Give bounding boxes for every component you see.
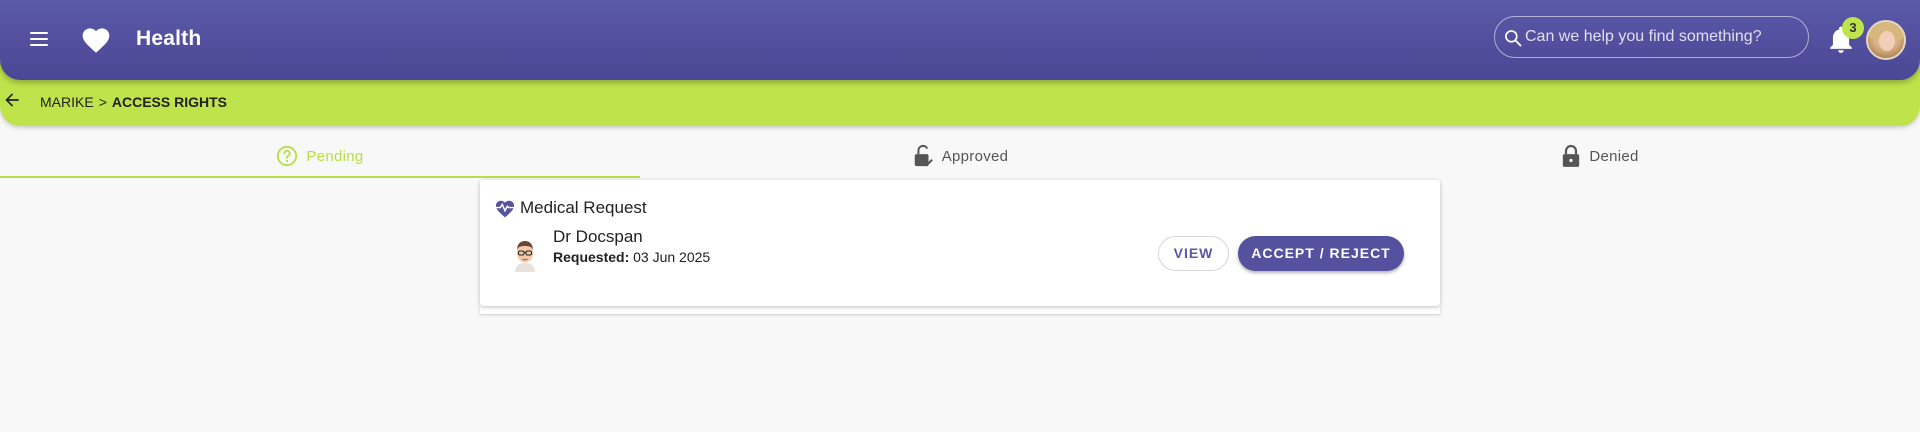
tab-denied[interactable]: Denied — [1280, 134, 1920, 178]
card-shadow-edge — [480, 306, 1440, 314]
help-circle-icon — [277, 145, 298, 167]
breadcrumb-separator: > — [98, 94, 107, 110]
accept-reject-button[interactable]: ACCEPT / REJECT — [1238, 236, 1404, 271]
search-input[interactable] — [1525, 17, 1800, 56]
doctor-name: Dr Docspan — [553, 227, 643, 246]
requested-date: Requested: 03 Jun 2025 — [553, 249, 710, 265]
requested-label: Requested: — [553, 249, 630, 265]
user-avatar[interactable] — [1866, 20, 1906, 60]
heart-pulse-icon — [495, 200, 515, 218]
back-arrow-icon[interactable] — [2, 90, 22, 110]
tab-label: Approved — [941, 147, 1009, 165]
doctor-avatar — [515, 241, 535, 272]
tab-bar: Pending Approved Denied — [0, 134, 1920, 178]
request-card: Medical Request Dr Docspan Requested: 03… — [480, 180, 1440, 306]
breadcrumb-item-access-rights: ACCESS RIGHTS — [111, 94, 227, 110]
heart-icon — [82, 28, 110, 53]
breadcrumb: MARIKE > ACCESS RIGHTS — [40, 94, 227, 110]
lock-icon — [1563, 144, 1580, 167]
lock-open-check-icon — [914, 144, 933, 167]
app-header: Health 3 — [0, 0, 1920, 80]
tab-label: Denied — [1589, 147, 1639, 165]
tab-label: Pending — [306, 147, 364, 165]
menu-icon[interactable] — [26, 26, 52, 52]
card-title: Medical Request — [520, 198, 647, 217]
view-button[interactable]: VIEW — [1158, 236, 1229, 271]
requested-date-value: 03 Jun 2025 — [633, 249, 711, 265]
notification-badge: 3 — [1842, 17, 1864, 39]
search-icon — [1505, 30, 1522, 47]
tab-approved[interactable]: Approved — [640, 134, 1280, 178]
search-bar[interactable] — [1494, 16, 1809, 58]
app-title: Health — [136, 27, 202, 50]
breadcrumb-item-marike[interactable]: MARIKE — [40, 94, 94, 110]
tab-pending[interactable]: Pending — [0, 134, 640, 178]
active-tab-indicator — [0, 176, 640, 178]
